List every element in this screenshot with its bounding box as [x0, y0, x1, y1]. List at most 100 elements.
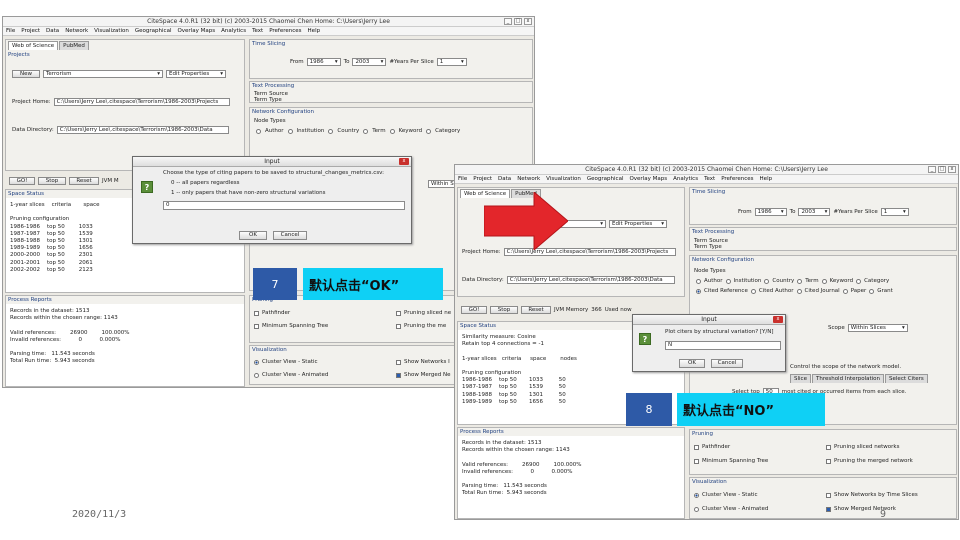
term-type-label[interactable]: Term Type: [254, 97, 282, 103]
cluster-static-radio[interactable]: [254, 359, 259, 365]
dialog-input-field[interactable]: N: [665, 341, 781, 350]
from-year-select[interactable]: 1986 ▾: [754, 208, 787, 216]
menu-help[interactable]: Help: [308, 28, 321, 34]
menu-project[interactable]: Project: [21, 28, 40, 34]
pruning-sliced-checkbox[interactable]: [826, 444, 831, 450]
radio-keyword[interactable]: [821, 278, 827, 284]
menu-data[interactable]: Data: [498, 176, 511, 182]
radio-cited-reference[interactable]: [696, 288, 701, 294]
go-button[interactable]: GO!: [9, 177, 35, 185]
close-button[interactable]: x: [948, 166, 956, 173]
pruning-sliced-checkbox[interactable]: [396, 310, 401, 316]
menu-text[interactable]: Text: [252, 28, 263, 34]
radio-cited-author[interactable]: [750, 288, 756, 294]
show-networks-checkbox[interactable]: [826, 492, 831, 498]
new-project-button[interactable]: New: [12, 70, 40, 78]
mst-checkbox[interactable]: [694, 458, 699, 464]
stop-button[interactable]: Stop: [490, 306, 518, 314]
radio-cited-journal[interactable]: [796, 288, 802, 294]
show-networks-checkbox[interactable]: [396, 359, 401, 365]
radio-country[interactable]: [328, 128, 334, 134]
mst-checkbox[interactable]: [254, 323, 259, 329]
years-per-slice-select[interactable]: 1 ▾: [436, 58, 467, 66]
menu-help[interactable]: Help: [760, 176, 773, 182]
reset-button[interactable]: Reset: [521, 306, 551, 314]
radio-category[interactable]: [426, 128, 432, 134]
menu-network[interactable]: Network: [65, 28, 88, 34]
window-controls: _ □ x: [504, 18, 532, 25]
years-per-slice-select[interactable]: 1 ▾: [880, 208, 909, 216]
radio-country[interactable]: [764, 278, 770, 284]
tab-slice[interactable]: Slice: [790, 374, 811, 383]
menu-geographical[interactable]: Geographical: [587, 176, 624, 182]
menu-analytics[interactable]: Analytics: [673, 176, 698, 182]
to-year-select[interactable]: 2003 ▾: [798, 208, 831, 216]
radio-paper[interactable]: [842, 288, 848, 294]
project-home-field[interactable]: C:\Users\Jerry Lee\.citespace\Terrorism\…: [53, 98, 230, 106]
menu-analytics[interactable]: Analytics: [221, 28, 246, 34]
cancel-button[interactable]: Cancel: [273, 231, 307, 240]
data-directory-field[interactable]: C:\Users\Jerry Lee\.citespace\Terrorism\…: [506, 276, 675, 284]
reset-button[interactable]: Reset: [69, 177, 99, 185]
menu-preferences[interactable]: Preferences: [269, 28, 301, 34]
menu-preferences[interactable]: Preferences: [721, 176, 753, 182]
radio-term[interactable]: [797, 278, 803, 284]
radio-author[interactable]: [256, 128, 261, 134]
menu-geographical[interactable]: Geographical: [135, 28, 172, 34]
pathfinder-checkbox[interactable]: [694, 444, 699, 450]
radio-term[interactable]: [363, 128, 369, 134]
close-icon[interactable]: x: [773, 316, 783, 323]
tab-threshold-interpolation[interactable]: Threshold Interpolation: [811, 374, 885, 383]
dialog-input-field[interactable]: 0: [163, 201, 405, 210]
ok-button[interactable]: OK: [239, 231, 267, 240]
pruning-merged-checkbox[interactable]: [396, 323, 401, 329]
minimize-button[interactable]: _: [504, 18, 512, 25]
menu-project[interactable]: Project: [473, 176, 492, 182]
pathfinder-checkbox[interactable]: [254, 310, 259, 316]
minimize-button[interactable]: _: [928, 166, 936, 173]
show-merged-checkbox[interactable]: [826, 506, 831, 512]
radio-keyword[interactable]: [389, 128, 395, 134]
data-directory-field[interactable]: C:\Users\Jerry Lee\.citespace\Terrorism\…: [56, 126, 229, 134]
tab-select-citers[interactable]: Select Citers: [885, 374, 928, 383]
go-button[interactable]: GO!: [461, 306, 487, 314]
radio-institution[interactable]: [725, 278, 731, 284]
menu-data[interactable]: Data: [46, 28, 59, 34]
stop-button[interactable]: Stop: [38, 177, 66, 185]
menu-visualization[interactable]: Visualization: [546, 176, 581, 182]
project-select[interactable]: Terrorism ▾: [43, 70, 163, 78]
cluster-animated-radio[interactable]: [254, 372, 259, 378]
term-type-label[interactable]: Term Type: [694, 244, 722, 250]
menu-network[interactable]: Network: [517, 176, 540, 182]
radio-category[interactable]: [856, 278, 862, 284]
menu-visualization[interactable]: Visualization: [94, 28, 129, 34]
menu-file[interactable]: File: [6, 28, 15, 34]
close-icon[interactable]: x: [399, 158, 409, 165]
scope-select[interactable]: Within S: [428, 180, 456, 188]
data-directory-label: Data Directory:: [462, 277, 504, 283]
pruning-merged-checkbox[interactable]: [826, 458, 831, 464]
menu-overlay-maps[interactable]: Overlay Maps: [177, 28, 215, 34]
radio-institution[interactable]: [287, 128, 293, 134]
radio-author[interactable]: [696, 278, 701, 284]
edit-properties-select[interactable]: Edit Properties ▾: [166, 70, 226, 78]
ok-button[interactable]: OK: [679, 359, 705, 368]
cluster-animated-radio[interactable]: [694, 506, 699, 512]
tab-pubmed[interactable]: PubMed: [59, 41, 89, 50]
cancel-button[interactable]: Cancel: [711, 359, 743, 368]
to-year-select[interactable]: 2003 ▾: [352, 58, 387, 66]
scope-select[interactable]: Within Slices ▾: [847, 324, 908, 332]
show-merged-checkbox[interactable]: [396, 372, 401, 378]
tab-web-of-science[interactable]: Web of Science: [8, 41, 59, 50]
cluster-static-radio[interactable]: [694, 492, 699, 498]
menu-file[interactable]: File: [458, 176, 467, 182]
menu-overlay-maps[interactable]: Overlay Maps: [629, 176, 667, 182]
maximize-button[interactable]: □: [938, 166, 946, 173]
maximize-button[interactable]: □: [514, 18, 522, 25]
menu-text[interactable]: Text: [704, 176, 715, 182]
space-status-text: Similarity measure: Cosine Retain top 4 …: [462, 334, 577, 405]
close-button[interactable]: x: [524, 18, 532, 25]
radio-grant[interactable]: [869, 288, 875, 294]
edit-properties-select[interactable]: Edit Properties ▾: [609, 220, 667, 228]
from-year-select[interactable]: 1986 ▾: [306, 58, 341, 66]
